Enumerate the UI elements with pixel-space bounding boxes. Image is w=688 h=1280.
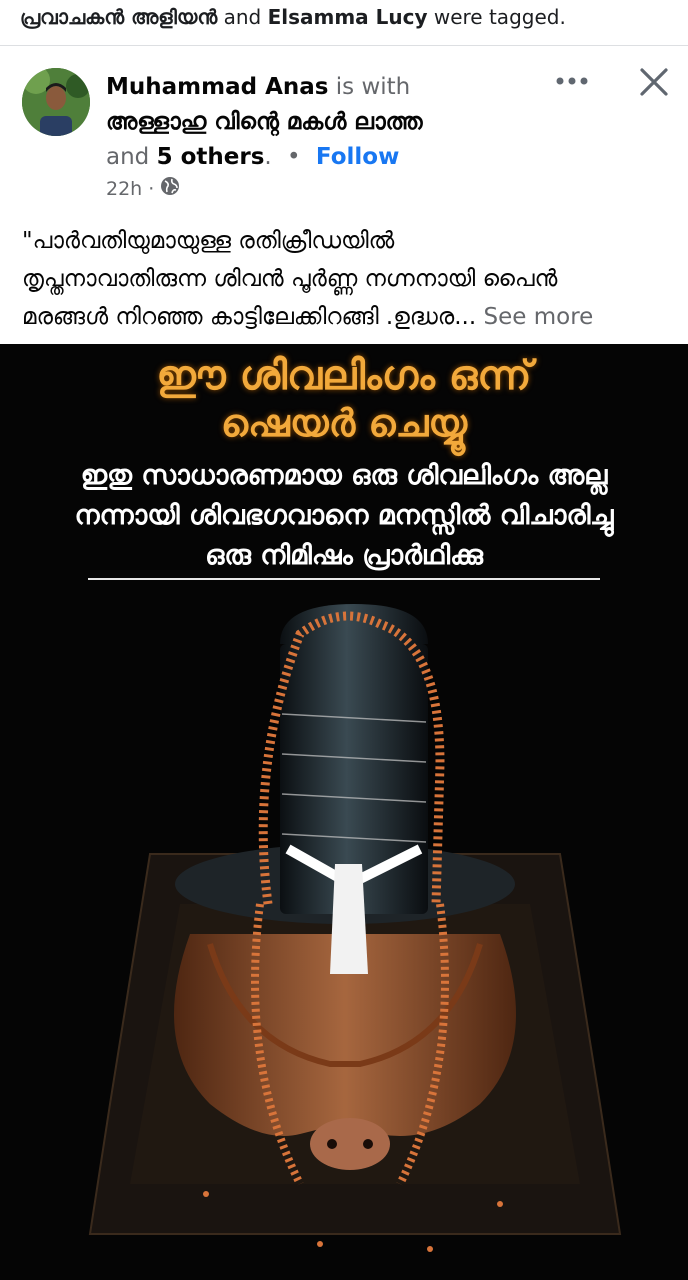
post-text-line-3: മരങ്ങൾ നിറഞ്ഞ കാട്ടിലേക്കിറങ്ങി .ഉദ്ധര..… (22, 298, 668, 336)
tagged-person-1-link[interactable]: പ്രവാചകൻ അളിയൻ (20, 5, 217, 29)
more-options-button[interactable] (553, 62, 591, 100)
image-divider-rule (88, 578, 600, 580)
post-image[interactable]: ഈ ശിവലിംഗം ഒന്ന് ഷെയർ ചെയ്യൂ ഇതു സാധാരണമ… (0, 344, 688, 1280)
close-icon (640, 68, 668, 96)
others-link[interactable]: 5 others (157, 144, 265, 170)
post-meta: 22h · (106, 176, 180, 201)
meta-separator: · (148, 177, 155, 200)
author-name-link[interactable]: Muhammad Anas (106, 74, 328, 100)
tagged-person-2-link[interactable]: Elsamma Lucy (268, 5, 428, 29)
post-text-line-3-text: മരങ്ങൾ നിറഞ്ഞ കാട്ടിലേക്കിറങ്ങി .ഉദ്ധര..… (22, 304, 477, 330)
others-period: . (264, 144, 272, 170)
and-text: and (106, 144, 150, 170)
post-body: "പാർവതിയുമായുള്ള രതിക്രീഡയിൽ തൃപ്തനാവാതി… (22, 222, 668, 336)
image-title-line-1: ഈ ശിവലിംഗം ഒന്ന് (156, 353, 532, 399)
post-text-line-2: തൃപ്തനാവാതിരുന്ന ശിവൻ പൂർണ്ണ നഗ്നനായി പൈ… (22, 266, 558, 292)
image-subtitle-line-2: നന്നായി ശിവഭഗവാനെ മനസ്സിൽ വിചാരിച്ചു (74, 500, 614, 531)
avatar-photo (22, 68, 90, 136)
post-text-line-1: "പാർവതിയുമായുള്ള രതിക്രീഡയിൽ (22, 228, 395, 254)
image-subtitle-line-3: ഒരു നിമിഷം പ്രാർഥിക്കു (205, 540, 483, 571)
image-title-line-2: ഷെയർ ചെയ്യൂ (220, 401, 468, 445)
is-with-text: is with (335, 74, 411, 100)
tagged-suffix: were tagged. (433, 5, 566, 29)
image-subtitle-line-1: ഇതു സാധാരണമായ ഒരു ശിവലിംഗം അല്ല (80, 460, 608, 491)
post-time[interactable]: 22h (106, 178, 142, 200)
section-divider (0, 45, 688, 46)
with-person-link[interactable]: അള്ളാഹു വിന്റെ മകൾ ലാത്ത (106, 109, 423, 135)
tagged-joiner: and (223, 5, 262, 29)
see-more-link[interactable]: See more (484, 304, 594, 330)
post-header: Muhammad Anas is with അള്ളാഹു വിന്റെ മകൾ… (106, 70, 546, 175)
tagged-notice: പ്രവാചകൻ അളിയൻ and Elsamma Lucy were tag… (20, 4, 680, 30)
globe-icon[interactable] (160, 176, 180, 201)
ellipsis-icon (556, 77, 588, 85)
author-avatar[interactable] (22, 68, 90, 136)
follow-button[interactable]: Follow (316, 144, 399, 170)
bullet-separator: • (287, 144, 301, 170)
hide-post-button[interactable] (634, 62, 674, 102)
